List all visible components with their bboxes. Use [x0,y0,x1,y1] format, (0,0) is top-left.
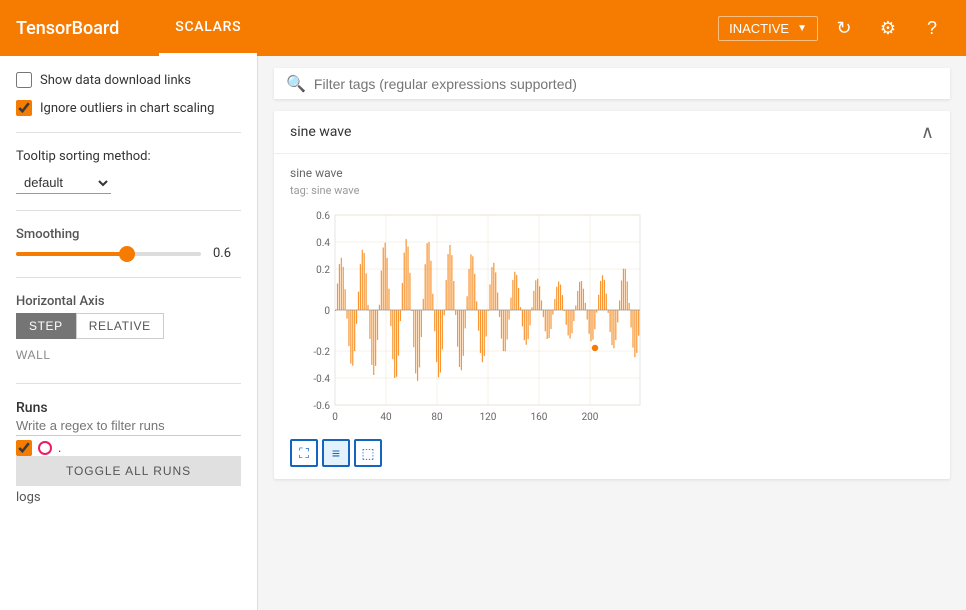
chart-svg-container: 0.6 0.4 0.2 0 -0.2 -0.4 -0.6 0 40 80 120… [290,205,934,429]
zoom-fit-icon: ⛶ [299,445,309,462]
refresh-button[interactable]: ↻ [826,10,862,46]
chevron-up-icon: ∧ [921,122,934,142]
app-logo: TensorBoard [16,18,119,39]
show-download-row: Show data download links [16,72,241,88]
svg-text:-0.2: -0.2 [313,347,330,358]
svg-text:120: 120 [480,412,497,423]
axis-relative-button[interactable]: RELATIVE [76,313,164,339]
divider-2 [16,210,241,211]
filter-input[interactable] [314,76,938,92]
run-dot-label: . [58,441,61,456]
svg-text:0.2: 0.2 [316,265,330,276]
chart-card: sine wave ∧ sine wave tag: sine wave [274,111,950,479]
runs-filter-input[interactable] [16,416,241,436]
smoothing-section: Smoothing 0.6 [16,227,241,261]
smoothing-label: Smoothing [16,227,241,242]
run-circle-icon [38,441,52,455]
svg-text:-0.6: -0.6 [313,401,330,412]
chart-svg: 0.6 0.4 0.2 0 -0.2 -0.4 -0.6 0 40 80 120… [290,205,660,425]
slider-fill [16,252,127,256]
search-icon: 🔍 [286,74,306,93]
toggle-all-button[interactable]: TOGGLE ALL RUNS [16,456,241,486]
wave-endpoint [591,344,599,352]
svg-text:80: 80 [431,412,443,423]
sidebar: Show data download links Ignore outliers… [0,56,258,610]
axis-btn-group: STEP RELATIVE [16,313,241,339]
run-checkbox-1[interactable] [16,440,32,456]
header-right: INACTIVE ▼ ↻ ⚙ ? [718,10,950,46]
main-layout: Show data download links Ignore outliers… [0,56,966,610]
header: TensorBoard SCALARS INACTIVE ▼ ↻ ⚙ ? [0,0,966,56]
axis-wall-button[interactable]: WALL [16,343,51,367]
ignore-outliers-checkbox[interactable] [16,100,32,116]
nav-scalars[interactable]: SCALARS [159,0,257,56]
divider-1 [16,132,241,133]
runs-title: Runs [16,400,241,416]
settings-button[interactable]: ⚙ [870,10,906,46]
slider-thumb[interactable] [119,246,135,262]
gear-icon: ⚙ [880,18,896,39]
chart-section-title: sine wave [290,124,351,140]
status-label: INACTIVE [729,21,789,36]
axis-label: Horizontal Axis [16,294,241,309]
svg-text:160: 160 [531,412,548,423]
chart-card-header: sine wave ∧ [274,111,950,154]
svg-text:0: 0 [332,412,338,423]
divider-3 [16,277,241,278]
collapse-button[interactable]: ∧ [921,123,934,141]
zoom-fit-button[interactable]: ⛶ [290,439,318,467]
help-icon: ? [927,18,937,39]
svg-text:200: 200 [582,412,599,423]
tooltip-row: Tooltip sorting method: default descendi… [16,149,241,194]
tooltip-label: Tooltip sorting method: [16,149,151,164]
ignore-outliers-label: Ignore outliers in chart scaling [40,101,214,116]
logs-label: logs [16,490,241,505]
status-dropdown[interactable]: INACTIVE ▼ [718,16,818,41]
show-download-checkbox[interactable] [16,72,32,88]
smoothing-slider-row: 0.6 [16,246,241,261]
smoothing-value: 0.6 [213,246,241,261]
show-download-label: Show data download links [40,73,191,88]
zoom-select-icon: ⬚ [361,445,374,462]
svg-text:0.6: 0.6 [316,211,330,222]
content-area: 🔍 sine wave ∧ sine wave tag: sine wave [258,56,966,610]
chevron-down-icon: ▼ [797,23,807,34]
chart-tag: tag: sine wave [290,184,934,197]
header-nav: SCALARS [159,0,257,56]
runs-section: Runs . TOGGLE ALL RUNS logs [16,400,241,505]
pan-icon: ≡ [332,445,340,461]
chart-body: sine wave tag: sine wave [274,154,950,479]
svg-text:0.4: 0.4 [316,238,330,249]
axis-step-button[interactable]: STEP [16,313,76,339]
chart-toolbar: ⛶ ≡ ⬚ [290,435,934,471]
svg-text:-0.4: -0.4 [313,374,330,385]
axis-section: Horizontal Axis STEP RELATIVE WALL [16,294,241,367]
svg-text:40: 40 [380,412,392,423]
chart-title: sine wave [290,166,934,180]
ignore-outliers-row: Ignore outliers in chart scaling [16,100,241,116]
tooltip-dropdown[interactable]: default descending ascending nearest [16,172,111,194]
zoom-select-button[interactable]: ⬚ [354,439,382,467]
divider-4 [16,383,241,384]
refresh-icon: ↻ [836,18,851,39]
help-button[interactable]: ? [914,10,950,46]
runs-list: . [16,440,241,456]
pan-button[interactable]: ≡ [322,439,350,467]
svg-text:0: 0 [324,306,330,317]
slider-track [16,252,201,256]
filter-bar: 🔍 [274,68,950,99]
